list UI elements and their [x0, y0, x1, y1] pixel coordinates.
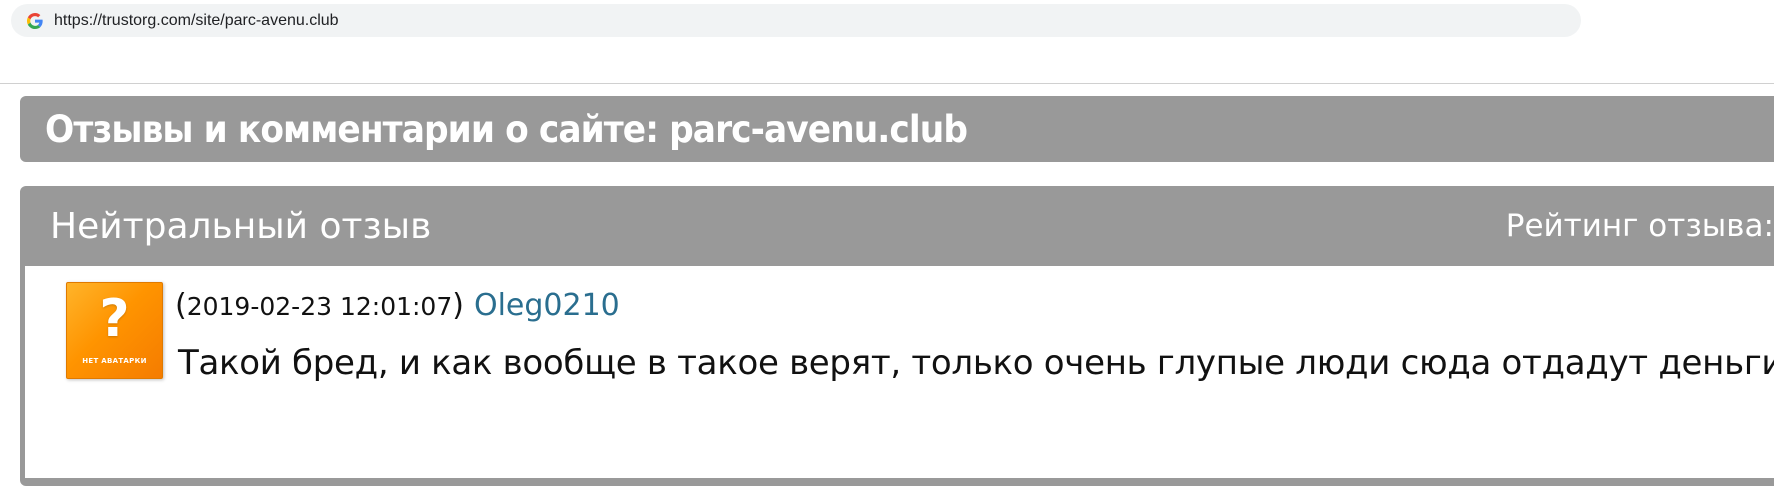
author-link[interactable]: Oleg0210 [474, 288, 620, 323]
review-text: Такой бред, и как вообще в такое верят, … [178, 343, 1774, 383]
review-card: Нейтральный отзыв Рейтинг отзыва: ? НЕТ … [20, 186, 1774, 486]
address-bar[interactable]: https://trustorg.com/site/parc-avenu.clu… [11, 4, 1581, 37]
url-text[interactable]: https://trustorg.com/site/parc-avenu.clu… [54, 12, 339, 30]
page-title: Отзывы и комментарии о сайте: parc-avenu… [45, 107, 968, 151]
review-header: Нейтральный отзыв Рейтинг отзыва: [20, 186, 1774, 266]
review-date: 2019-02-23 12:01:07 [186, 292, 453, 321]
review-body: ? НЕТ АВАТАРКИ (2019-02-23 12:01:07) Oleg… [25, 266, 1774, 478]
review-type-label: Нейтральный отзыв [50, 206, 432, 247]
paren-open: ( [175, 288, 187, 323]
review-rating-label: Рейтинг отзыва: [1505, 208, 1774, 244]
site-header: Отзывы и комментарии о сайте: parc-avenu… [20, 96, 1774, 162]
paren-close: ) [452, 288, 464, 323]
review-meta: (2019-02-23 12:01:07) Oleg0210 [175, 288, 620, 323]
google-g-icon [26, 12, 44, 30]
divider [0, 83, 1774, 84]
